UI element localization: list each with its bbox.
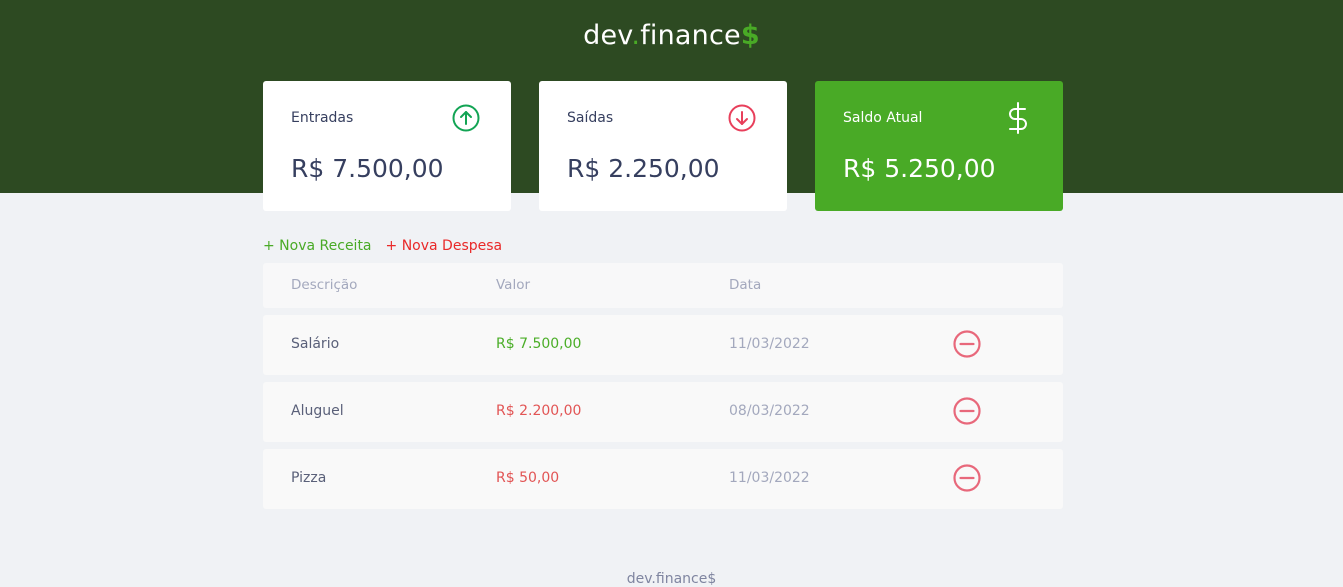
logo-main: dev (583, 20, 632, 51)
new-expense-button[interactable]: + Nova Despesa (386, 238, 503, 254)
arrow-down-circle-icon (728, 104, 756, 132)
row-amount: R$ 2.200,00 (496, 403, 582, 419)
table-header: Descrição Valor Data (263, 263, 1063, 308)
header-amount: Valor (496, 277, 531, 293)
new-income-button[interactable]: + Nova Receita (263, 238, 372, 254)
income-card-label: Entradas (291, 110, 354, 126)
arrow-up-circle-icon (452, 104, 480, 132)
logo-symbol: $ (740, 20, 760, 51)
row-date: 11/03/2022 (729, 336, 810, 352)
table-row: Salário R$ 7.500,00 11/03/2022 (263, 315, 1063, 375)
row-description: Aluguel (291, 403, 344, 419)
remove-transaction-icon[interactable] (952, 463, 982, 493)
expense-card: Saídas R$ 2.250,00 (539, 81, 787, 211)
table-row: Aluguel R$ 2.200,00 08/03/2022 (263, 382, 1063, 442)
remove-transaction-icon[interactable] (952, 396, 982, 426)
row-description: Salário (291, 336, 340, 352)
remove-transaction-icon[interactable] (952, 329, 982, 359)
income-card-value: R$ 7.500,00 (291, 154, 444, 183)
dollar-sign-icon (1009, 102, 1027, 134)
balance-card-label: Saldo Atual (843, 110, 923, 126)
logo-dot: . (631, 20, 641, 51)
row-description: Pizza (291, 470, 327, 486)
app-logo: dev.finance$ (0, 20, 1343, 51)
row-amount: R$ 50,00 (496, 470, 560, 486)
row-amount: R$ 7.500,00 (496, 336, 582, 352)
table-row: Pizza R$ 50,00 11/03/2022 (263, 449, 1063, 509)
header-description: Descrição (291, 277, 358, 293)
balance-card-value: R$ 5.250,00 (843, 154, 996, 183)
expense-card-label: Saídas (567, 110, 614, 126)
expense-card-value: R$ 2.250,00 (567, 154, 720, 183)
logo-rest: finance (640, 20, 741, 51)
income-card: Entradas R$ 7.500,00 (263, 81, 511, 211)
balance-card: Saldo Atual R$ 5.250,00 (815, 81, 1063, 211)
header-date: Data (729, 277, 762, 293)
transaction-actions: + Nova Receita + Nova Despesa (263, 238, 502, 254)
row-date: 08/03/2022 (729, 403, 810, 419)
footer-text: dev.finance$ (626, 571, 717, 587)
row-date: 11/03/2022 (729, 470, 810, 486)
